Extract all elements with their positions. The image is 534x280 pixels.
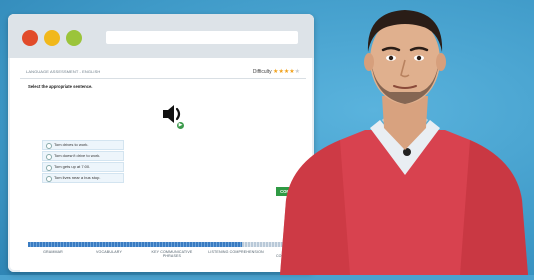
presenter-photo (270, 0, 534, 275)
maximize-dot-icon[interactable] (66, 30, 82, 46)
section-vocabulary: VOCABULARY (96, 250, 122, 254)
browser-window: LANGUAGE ASSESSMENT - ENGLISH Difficulty… (8, 14, 314, 272)
answer-options: Tom drives to work. Tom doesn't drive to… (42, 140, 124, 184)
question-instruction: Select the appropriate sentence. (28, 84, 93, 89)
radio-button[interactable] (46, 176, 52, 182)
section-listening: LISTENING COMPREHENSION (208, 250, 264, 254)
answer-option-label: Tom drives to work. (54, 142, 89, 147)
answer-option[interactable]: Tom doesn't drive to work. (42, 151, 124, 161)
section-key-phrases: KEY COMMUNICATIVE PHRASES (151, 250, 193, 259)
answer-option[interactable]: Tom drives to work. (42, 140, 124, 150)
answer-option-label: Tom lives near a bus stop. (54, 175, 101, 180)
audio-play-badge-icon[interactable]: ▶ (177, 122, 184, 129)
assessment-title: LANGUAGE ASSESSMENT - ENGLISH (26, 69, 101, 74)
close-dot-icon[interactable] (22, 30, 38, 46)
browser-titlebar (8, 14, 314, 58)
radio-button[interactable] (46, 143, 52, 149)
radio-button[interactable] (46, 154, 52, 160)
answer-option[interactable]: Tom lives near a bus stop. (42, 173, 124, 183)
answer-option[interactable]: Tom gets up at 7:00. (42, 162, 124, 172)
section-labels: GRAMMAR VOCABULARY KEY COMMUNICATIVE PHR… (28, 250, 310, 264)
answer-option-label: Tom doesn't drive to work. (54, 153, 101, 158)
section-grammar: GRAMMAR (43, 250, 63, 254)
radio-button[interactable] (46, 165, 52, 171)
assessment-header: LANGUAGE ASSESSMENT - ENGLISH Difficulty… (20, 66, 306, 79)
assessment-page: LANGUAGE ASSESSMENT - ENGLISH Difficulty… (20, 66, 310, 272)
minimize-dot-icon[interactable] (44, 30, 60, 46)
progress-fill (28, 242, 243, 247)
progress-bar (28, 242, 306, 247)
answer-option-label: Tom gets up at 7:00. (54, 164, 91, 169)
difficulty-label: Difficulty (252, 69, 272, 75)
